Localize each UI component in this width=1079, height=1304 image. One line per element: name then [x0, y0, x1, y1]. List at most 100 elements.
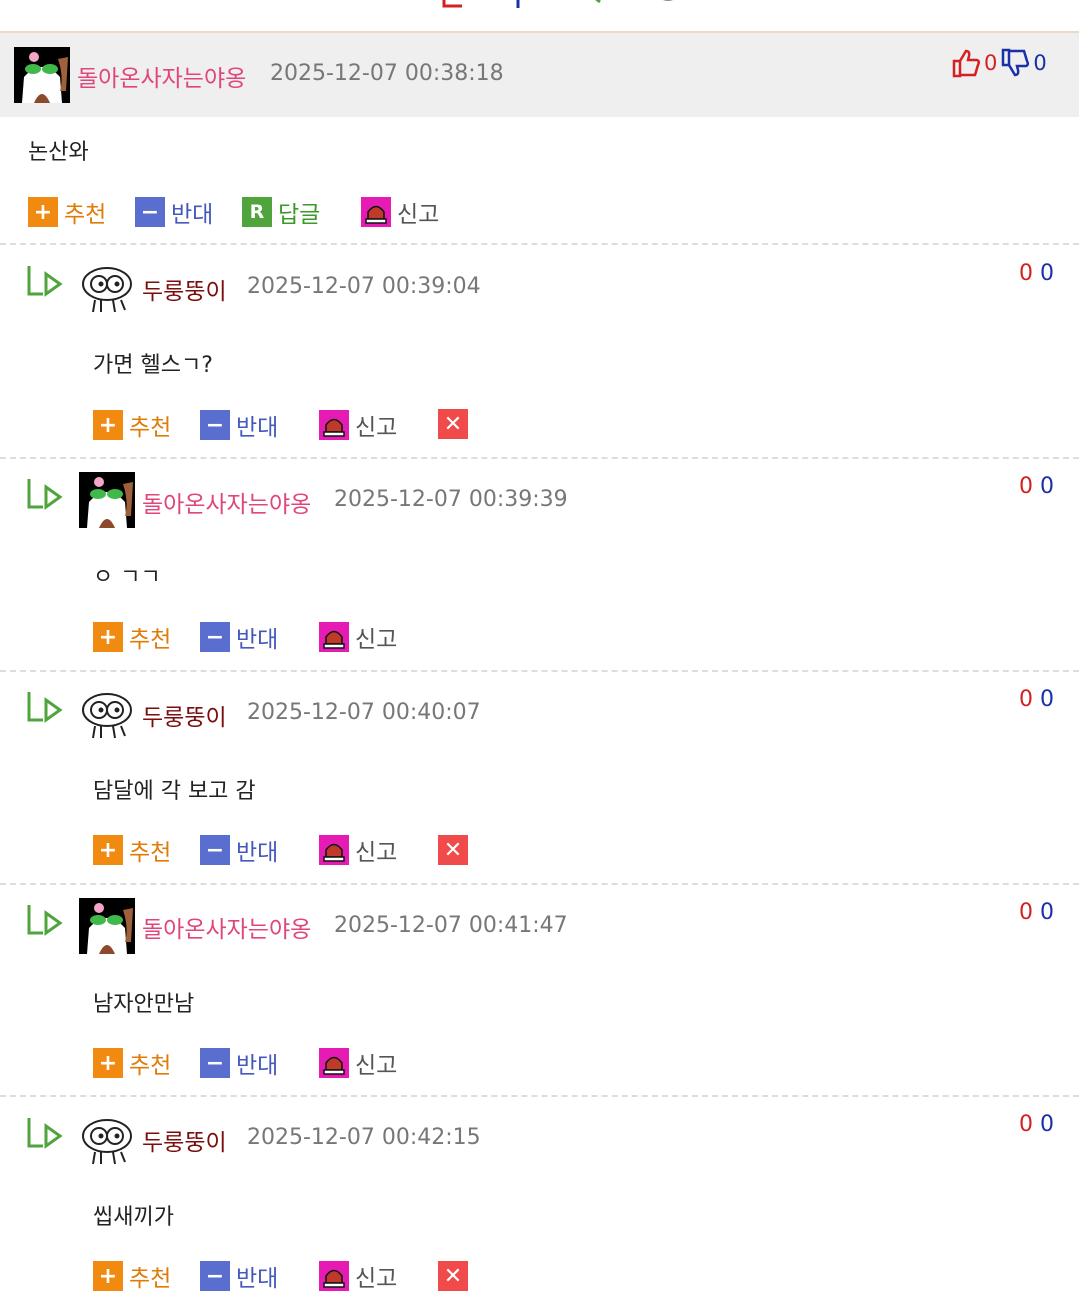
vote-counts[interactable]: 0 0	[950, 47, 1047, 79]
comment-text: 가면 헬스ㄱ?	[93, 353, 213, 378]
oppose-button[interactable]: − 반대	[200, 833, 278, 867]
comment-text: 남자안만남	[93, 992, 195, 1017]
comment-text: 담달에 각 보고 감	[93, 779, 256, 804]
cat-avatar-icon	[79, 472, 135, 528]
oppose-button[interactable]: − 반대	[200, 1046, 278, 1080]
thumb-down-icon[interactable]	[999, 47, 1031, 79]
down-count: 0	[1040, 261, 1054, 286]
timestamp: 2025-12-07 00:39:04	[247, 274, 481, 299]
vote-counts: 0 0	[1019, 474, 1054, 499]
avatar[interactable]	[79, 260, 135, 316]
comment-text: 논산와	[28, 140, 89, 165]
minus-icon: −	[200, 1261, 230, 1291]
reply-r-icon: R	[242, 197, 272, 227]
divider	[0, 670, 1079, 672]
plus-icon: +	[93, 622, 123, 652]
timestamp: 2025-12-07 00:42:15	[247, 1125, 481, 1150]
doodle-face-icon	[79, 260, 135, 316]
down-count: 0	[1040, 687, 1054, 712]
doodle-face-icon	[79, 1112, 135, 1168]
report-button[interactable]: 신고	[319, 833, 397, 867]
nickname[interactable]: 돌아온사자는야옹	[142, 485, 311, 519]
siren-icon	[361, 197, 391, 227]
reply-arrow-icon	[27, 266, 63, 297]
report-button[interactable]: 신고	[319, 1259, 397, 1293]
delete-button[interactable]: ✕	[438, 1261, 468, 1291]
avatar[interactable]	[14, 47, 70, 103]
divider	[0, 883, 1079, 885]
thumb-up-icon[interactable]	[950, 47, 982, 79]
close-icon: ✕	[443, 1263, 463, 1289]
reply-arrow-icon	[27, 905, 63, 936]
nickname[interactable]: 돌아온사자는야옹	[77, 59, 246, 93]
doodle-face-icon	[79, 686, 135, 742]
plus-icon: +	[93, 835, 123, 865]
report-button[interactable]: 신고	[319, 620, 397, 654]
down-count: 0	[1033, 51, 1047, 75]
reply-button[interactable]: R 답글	[242, 195, 320, 229]
delete-button[interactable]: ✕	[438, 835, 468, 865]
plus-icon: +	[93, 410, 123, 440]
avatar[interactable]	[79, 898, 135, 954]
vote-counts: 0 0	[1019, 687, 1054, 712]
report-button[interactable]: 신고	[361, 195, 439, 229]
cat-avatar-icon	[79, 898, 135, 954]
up-count: 0	[1019, 1112, 1033, 1137]
divider	[0, 243, 1079, 245]
siren-icon	[319, 1048, 349, 1078]
report-button[interactable]: 신고	[319, 1046, 397, 1080]
recommend-button[interactable]: + 추천	[28, 195, 106, 229]
up-count: 0	[1019, 900, 1033, 925]
nickname[interactable]: 두룽뚱이	[142, 272, 227, 306]
recommend-button[interactable]: + 추천	[93, 1259, 171, 1293]
nickname[interactable]: 돌아온사자는야옹	[142, 910, 311, 944]
plus-icon: +	[28, 197, 58, 227]
previous-comment-strip	[0, 0, 1079, 31]
siren-icon	[319, 1261, 349, 1291]
vote-counts: 0 0	[1019, 1112, 1054, 1137]
timestamp: 2025-12-07 00:39:39	[334, 487, 568, 512]
divider	[0, 457, 1079, 459]
up-count: 0	[1019, 261, 1033, 286]
comment-text: ㅇ ㄱㄱ	[93, 565, 161, 590]
reply-arrow-icon	[27, 479, 63, 510]
report-button[interactable]: 신고	[319, 408, 397, 442]
oppose-button[interactable]: − 반대	[135, 195, 213, 229]
recommend-button[interactable]: + 추천	[93, 408, 171, 442]
avatar[interactable]	[79, 1112, 135, 1168]
recommend-button[interactable]: + 추천	[93, 620, 171, 654]
up-count: 0	[1019, 687, 1033, 712]
minus-icon: −	[135, 197, 165, 227]
oppose-button[interactable]: − 반대	[200, 620, 278, 654]
up-count: 0	[984, 51, 998, 75]
timestamp: 2025-12-07 00:38:18	[270, 61, 504, 86]
siren-icon	[319, 410, 349, 440]
plus-icon: +	[93, 1261, 123, 1291]
minus-icon: −	[200, 1048, 230, 1078]
reply-arrow-icon	[27, 1118, 63, 1149]
delete-button[interactable]: ✕	[438, 409, 468, 439]
minus-icon: −	[200, 835, 230, 865]
oppose-button[interactable]: − 반대	[200, 408, 278, 442]
close-icon: ✕	[443, 837, 463, 863]
up-count: 0	[1019, 474, 1033, 499]
comment-text: 씹새끼가	[93, 1205, 174, 1230]
timestamp: 2025-12-07 00:40:07	[247, 700, 481, 725]
avatar[interactable]	[79, 686, 135, 742]
siren-icon	[319, 835, 349, 865]
siren-icon	[319, 622, 349, 652]
recommend-button[interactable]: + 추천	[93, 1046, 171, 1080]
cat-avatar-icon	[14, 47, 70, 103]
recommend-button[interactable]: + 추천	[93, 833, 171, 867]
down-count: 0	[1040, 1112, 1054, 1137]
oppose-button[interactable]: − 반대	[200, 1259, 278, 1293]
avatar[interactable]	[79, 472, 135, 528]
minus-icon: −	[200, 622, 230, 652]
down-count: 0	[1040, 900, 1054, 925]
cut-vote-icons	[442, 0, 673, 8]
close-icon: ✕	[443, 411, 463, 437]
timestamp: 2025-12-07 00:41:47	[334, 913, 568, 938]
nickname[interactable]: 두룽뚱이	[142, 698, 227, 732]
nickname[interactable]: 두룽뚱이	[142, 1123, 227, 1157]
vote-counts: 0 0	[1019, 261, 1054, 286]
